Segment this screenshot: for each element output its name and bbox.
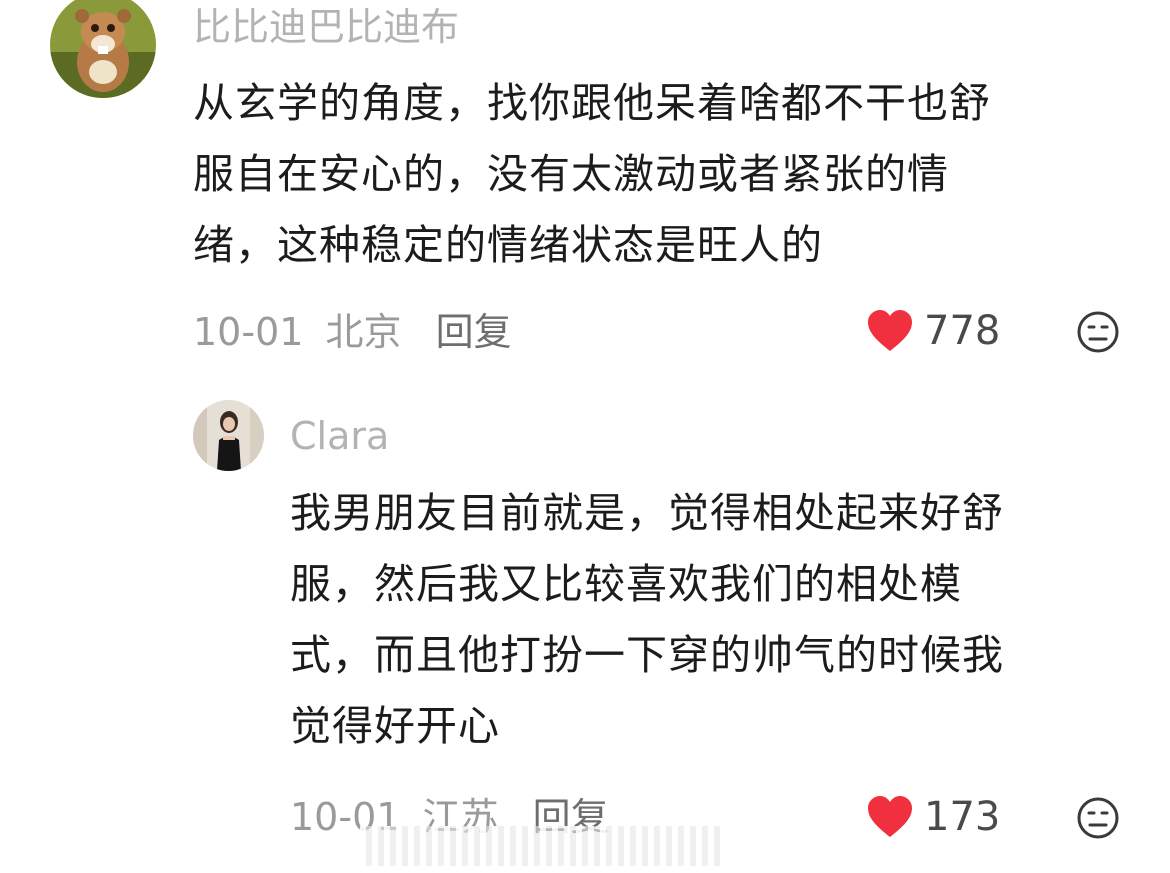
woman-photo-icon — [193, 400, 264, 471]
like-button[interactable]: 173 — [866, 795, 1000, 839]
comment-item-2: Clara 我男朋友目前就是，觉得相处起来好舒 服，然后我又比较喜欢我们的相处模… — [0, 380, 1170, 873]
dislike-button[interactable] — [1076, 796, 1120, 840]
comment-line: 服，然后我又比较喜欢我们的相处模 — [290, 560, 962, 608]
heart-icon — [868, 796, 912, 837]
comment-username[interactable]: Clara — [290, 414, 389, 458]
comment-line: 我男朋友目前就是，觉得相处起来好舒 — [290, 489, 1004, 537]
comment-date: 10-01 — [193, 310, 304, 354]
comment-item-1: 比比迪巴比迪布 从玄学的角度，找你跟他呆着啥都不干也舒 服自在安心的，没有太激动… — [0, 0, 1170, 380]
comment-line: 觉得好开心 — [290, 702, 500, 750]
like-count: 173 — [924, 794, 1001, 840]
dislike-button[interactable] — [1076, 310, 1120, 354]
comment-line: 式，而且他打扮一下穿的帅气的时候我 — [290, 631, 1004, 679]
comment-text: 我男朋友目前就是，觉得相处起来好舒 服，然后我又比较喜欢我们的相处模 式，而且他… — [290, 478, 1004, 762]
like-count: 778 — [924, 308, 1001, 354]
comment-line: 服自在安心的，没有太激动或者紧张的情 — [193, 150, 949, 198]
comment-line: 绪，这种稳定的情绪状态是旺人的 — [193, 221, 823, 269]
comment-line: 从玄学的角度，找你跟他呆着啥都不干也舒 — [193, 79, 991, 127]
avatar-clara[interactable] — [193, 400, 264, 471]
beaver-icon — [50, 0, 156, 98]
comment-location: 北京 — [325, 310, 402, 354]
like-button[interactable]: 778 — [866, 309, 1000, 353]
heart-icon — [868, 310, 912, 351]
comment-text: 从玄学的角度，找你跟他呆着啥都不干也舒 服自在安心的，没有太激动或者紧张的情 绪… — [193, 68, 991, 281]
watermark-overlay — [360, 826, 720, 866]
avatar-beaver[interactable] — [50, 0, 156, 98]
reply-button[interactable]: 回复 — [436, 310, 512, 354]
neutral-face-icon — [1077, 797, 1119, 839]
comment-username[interactable]: 比比迪巴比迪布 — [193, 5, 459, 49]
comment-meta: 10-01 北京 回复 — [193, 310, 512, 354]
neutral-face-icon — [1077, 311, 1119, 353]
